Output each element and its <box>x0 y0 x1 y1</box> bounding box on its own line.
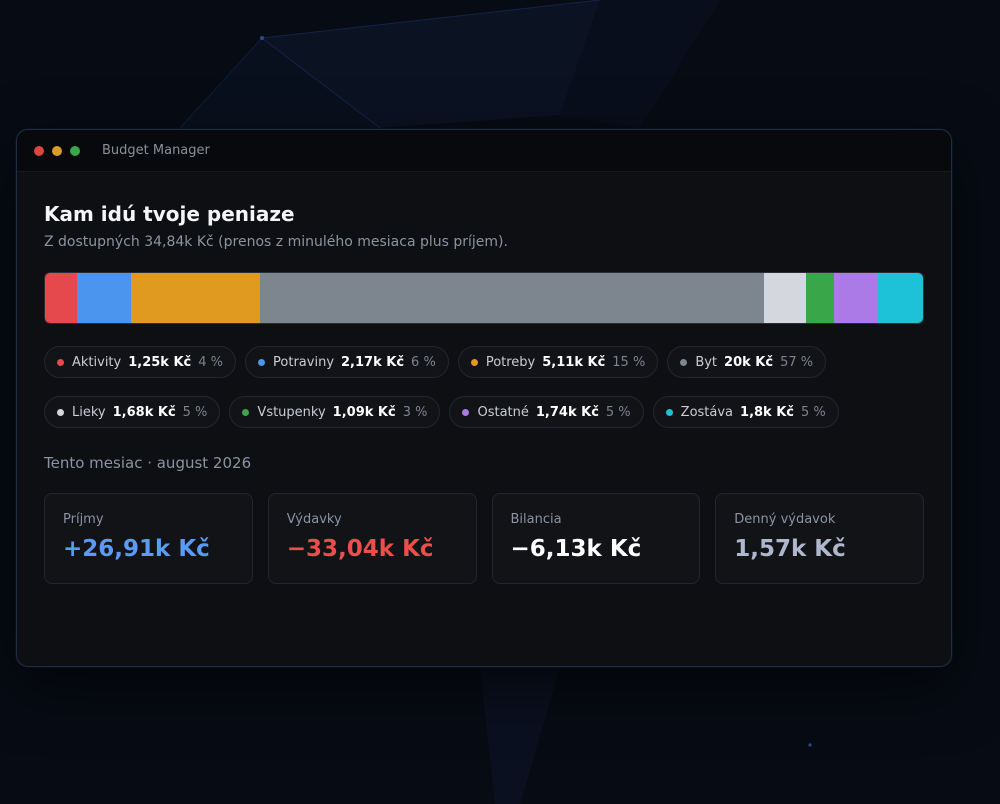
legend-percent: 5 % <box>801 404 826 420</box>
legend-dot <box>242 408 250 416</box>
stat-value: −6,13k Kč <box>510 536 642 562</box>
legend-percent: 4 % <box>198 354 224 370</box>
legend-label: Vstupenky <box>257 404 326 420</box>
main-content: Kam idú tvoje peniaze Z dostupných 34,84… <box>17 172 951 584</box>
bar-segment-aktivity <box>45 273 77 323</box>
bar-segment-zostáva <box>877 273 923 323</box>
legend-chip-aktivity[interactable]: Aktivity 1,25k Kč 4 % <box>44 346 237 378</box>
stat-card-3: Denný výdavok 1,57k Kč <box>715 493 924 584</box>
legend-label: Byt <box>695 354 718 370</box>
legend-chip-ostatné[interactable]: Ostatné 1,74k Kč 5 % <box>449 396 644 428</box>
page-title: Kam idú tvoje peniaze <box>44 202 295 226</box>
legend-chip-potreby[interactable]: Potreby 5,11k Kč 15 % <box>457 346 659 378</box>
bar-segment-potreby <box>131 273 260 323</box>
bar-segment-ostatné <box>833 273 878 323</box>
maximize-window-button[interactable] <box>70 145 80 156</box>
legend-chip-potraviny[interactable]: Potraviny 2,17k Kč 6 % <box>245 346 449 378</box>
legend-value: 2,17k Kč <box>341 354 405 370</box>
legend-percent: 5 % <box>605 404 631 420</box>
legend-label: Zostáva <box>680 404 734 420</box>
legend-value: 1,25k Kč <box>128 354 192 370</box>
minimize-window-button[interactable] <box>52 145 62 156</box>
legend-percent: 15 % <box>612 354 646 370</box>
legend-percent: 57 % <box>780 354 814 370</box>
stat-value: +26,91k Kč <box>63 536 210 562</box>
bar-segment-byt <box>259 273 764 323</box>
legend-dot <box>57 408 64 416</box>
bar-segment-lieky <box>763 273 807 323</box>
title-bar: Budget Manager <box>17 130 951 172</box>
legend-percent: 6 % <box>411 354 436 370</box>
legend-chip-zostáva[interactable]: Zostáva 1,8k Kč 5 % <box>652 396 839 428</box>
legend-label: Potraviny <box>273 354 335 370</box>
legend-chip-vstupenky[interactable]: Vstupenky 1,09k Kč 3 % <box>229 396 441 428</box>
window-title: Budget Manager <box>102 143 210 158</box>
app-window: Budget Manager Kam idú tvoje peniaze Z d… <box>16 129 952 667</box>
legend-value: 1,8k Kč <box>740 404 795 420</box>
legend-label: Aktivity <box>72 354 122 370</box>
month-label: Tento mesiac · august 2026 <box>44 454 252 472</box>
legend-chip-byt[interactable]: Byt 20k Kč 57 % <box>667 346 827 378</box>
legend-value: 1,09k Kč <box>332 404 396 420</box>
legend-value: 5,11k Kč <box>542 354 606 370</box>
spending-distribution-bar <box>44 272 924 324</box>
legend-percent: 5 % <box>182 404 208 420</box>
stat-card-1: Výdavky −33,04k Kč <box>267 493 477 584</box>
stat-label: Výdavky <box>286 512 342 527</box>
legend-percent: 3 % <box>402 404 428 420</box>
stat-value: −33,04k Kč <box>286 536 434 562</box>
legend-label: Potreby <box>485 354 536 370</box>
stat-label: Príjmy <box>63 512 104 527</box>
legend-dot <box>462 408 470 416</box>
legend-value: 1,68k Kč <box>112 404 176 420</box>
bar-segment-vstupenky <box>806 273 834 323</box>
legend-label: Lieky <box>72 404 106 420</box>
legend-dot <box>258 358 266 366</box>
stat-value: 1,57k Kč <box>734 536 846 562</box>
close-window-button[interactable] <box>34 145 44 156</box>
legend-dot <box>57 358 64 366</box>
legend-value: 20k Kč <box>724 354 774 370</box>
legend-chip-lieky[interactable]: Lieky 1,68k Kč 5 % <box>44 396 221 428</box>
stat-card-0: Príjmy +26,91k Kč <box>44 493 253 584</box>
legend-label: Ostatné <box>477 404 529 420</box>
legend-value: 1,74k Kč <box>535 404 599 420</box>
stats-cards: Príjmy +26,91k Kč Výdavky −33,04k Kč Bilanci… <box>44 493 924 584</box>
legend-dot <box>680 358 688 366</box>
category-legend: Aktivity 1,25k Kč 4 % Potraviny 2,17k Kč 6 % P… <box>44 346 924 428</box>
stat-label: Denný výdavok <box>734 512 836 527</box>
legend-dot <box>470 358 478 366</box>
page-subtitle: Z dostupných 34,84k Kč (prenos z minuléh… <box>44 234 508 250</box>
stat-label: Bilancia <box>510 512 562 527</box>
legend-dot <box>665 408 673 416</box>
stat-card-2: Bilancia −6,13k Kč <box>491 493 701 584</box>
bar-segment-potraviny <box>76 273 132 323</box>
